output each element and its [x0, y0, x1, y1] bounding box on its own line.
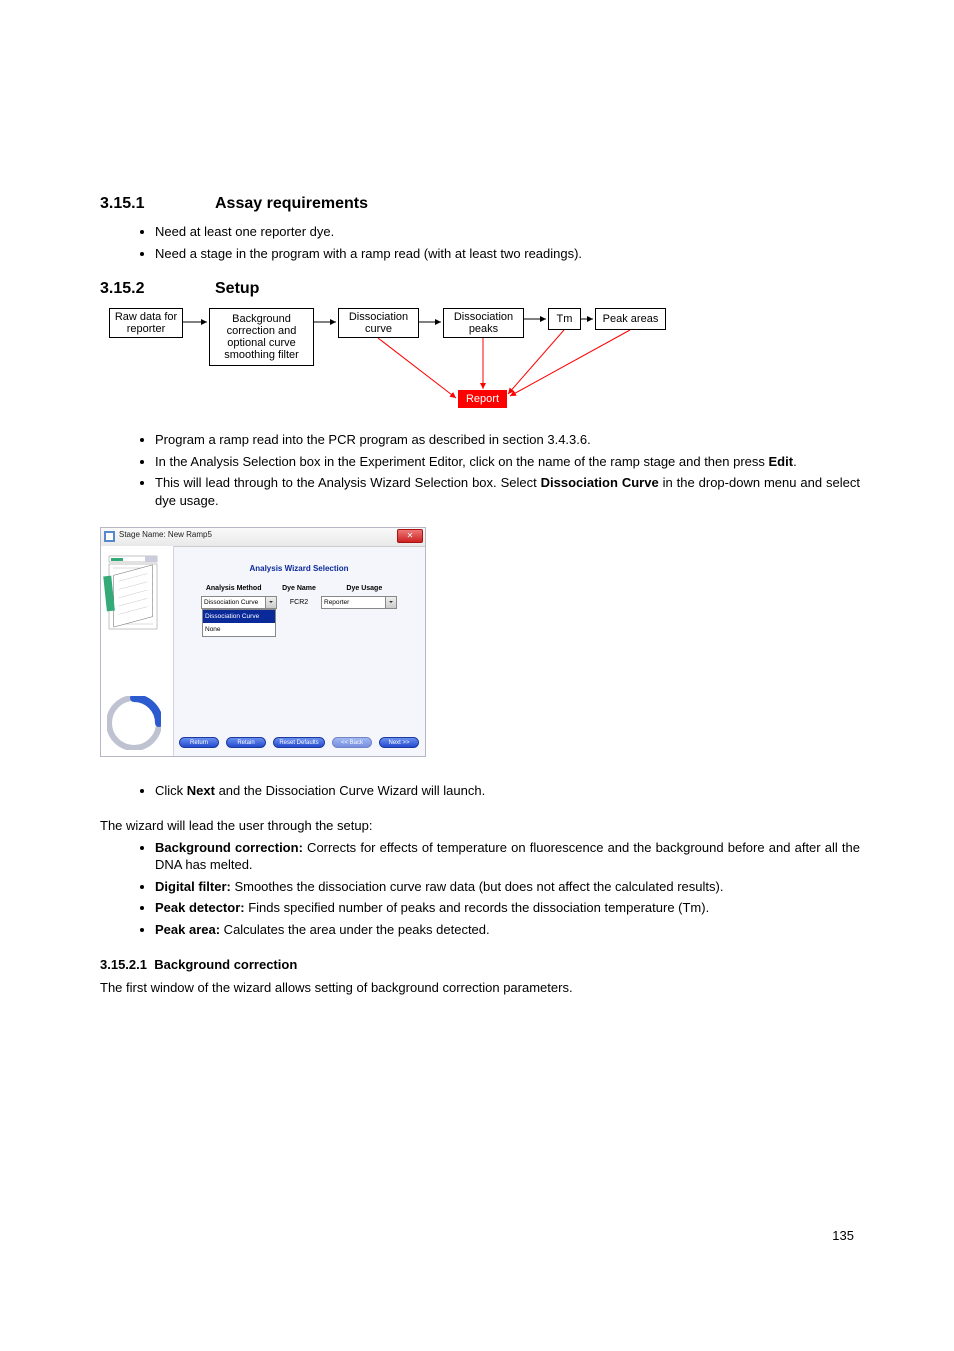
subsection-title: Background correction	[154, 957, 297, 972]
titlebar: Stage Name: New Ramp5 ✕	[101, 528, 425, 547]
flow-box-report: Report	[458, 390, 507, 408]
window-title: Stage Name: New Ramp5	[119, 530, 212, 539]
dye-usage-dropdown[interactable]: Reporter	[321, 596, 397, 609]
heading-setup: 3.15.2Setup	[100, 280, 860, 298]
flow-box-tm: Tm	[548, 308, 581, 330]
heading-background-correction: 3.15.2.1 Background correction	[100, 957, 860, 972]
next-button[interactable]: Next >>	[379, 737, 419, 748]
analysis-method-options: Dissociation Curve None	[202, 609, 276, 637]
chevron-down-icon	[385, 597, 396, 608]
subsection-number: 3.15.2.1	[100, 957, 147, 972]
dropdown-option[interactable]: Dissociation Curve	[203, 610, 275, 623]
column-header-method: Analysis Method	[201, 585, 266, 592]
list-item: Digital filter: Smoothes the dissociatio…	[155, 878, 860, 896]
analysis-method-value: Dissociation Curve	[204, 599, 258, 606]
wizard-steps-list: Background correction: Corrects for effe…	[100, 839, 860, 939]
wizard-sidebar	[101, 546, 174, 756]
dye-usage-value: Reporter	[324, 599, 349, 606]
list-item: Click Next and the Dissociation Curve Wi…	[155, 782, 860, 800]
setup-steps-list: Program a ramp read into the PCR program…	[100, 431, 860, 509]
heading-assay-requirements: 3.15.1Assay requirements	[100, 195, 860, 213]
section-number: 3.15.2	[100, 280, 215, 298]
background-correction-paragraph: The first window of the wizard allows se…	[100, 980, 860, 995]
analysis-method-dropdown[interactable]: Dissociation Curve Dissociation Curve No…	[201, 596, 277, 609]
section-title: Setup	[215, 280, 259, 297]
list-item: This will lead through to the Analysis W…	[155, 474, 860, 509]
page-number: 135	[832, 1228, 854, 1243]
sidebar-illustration	[101, 546, 173, 696]
list-item: In the Analysis Selection box in the Exp…	[155, 453, 860, 471]
analysis-wizard-dialog: Stage Name: New Ramp5 ✕	[100, 527, 426, 757]
reset-defaults-button[interactable]: Reset Defaults	[273, 737, 325, 748]
chevron-down-icon	[265, 597, 276, 608]
flow-box-raw-data: Raw data for reporter	[109, 308, 183, 338]
list-item: Need a stage in the program with a ramp …	[155, 245, 860, 263]
list-item: Program a ramp read into the PCR program…	[155, 431, 860, 449]
flow-box-peak-areas: Peak areas	[595, 308, 666, 330]
post-wizard-list: Click Next and the Dissociation Curve Wi…	[100, 782, 860, 800]
section-title: Assay requirements	[215, 195, 368, 212]
return-button[interactable]: Return	[179, 737, 219, 748]
assay-requirements-list: Need at least one reporter dye. Need a s…	[100, 223, 860, 262]
list-item: Peak area: Calculates the area under the…	[155, 921, 860, 939]
list-item: Need at least one reporter dye.	[155, 223, 860, 241]
flow-box-dissociation-peaks: Dissociation peaks	[443, 308, 524, 338]
dye-name-value: FCR2	[290, 599, 308, 606]
column-header-dye-name: Dye Name	[266, 585, 331, 592]
wizard-header: Analysis Wizard Selection	[173, 564, 425, 573]
list-item: Peak detector: Finds specified number of…	[155, 899, 860, 917]
app-icon	[104, 531, 115, 542]
retain-button[interactable]: Retain	[226, 737, 266, 748]
swirl-icon	[107, 696, 161, 750]
column-header-dye-usage: Dye Usage	[332, 585, 397, 592]
wizard-lead-paragraph: The wizard will lead the user through th…	[100, 818, 860, 833]
list-item: Background correction: Corrects for effe…	[155, 839, 860, 874]
section-number: 3.15.1	[100, 195, 215, 213]
flow-box-dissociation-curve: Dissociation curve	[338, 308, 419, 338]
flow-box-background-correction: Background correction and optional curve…	[209, 308, 314, 366]
flow-diagram: Raw data for reporter Background correct…	[100, 308, 860, 423]
dropdown-option[interactable]: None	[203, 623, 275, 636]
back-button[interactable]: << Back	[332, 737, 372, 748]
close-button[interactable]: ✕	[397, 529, 423, 543]
